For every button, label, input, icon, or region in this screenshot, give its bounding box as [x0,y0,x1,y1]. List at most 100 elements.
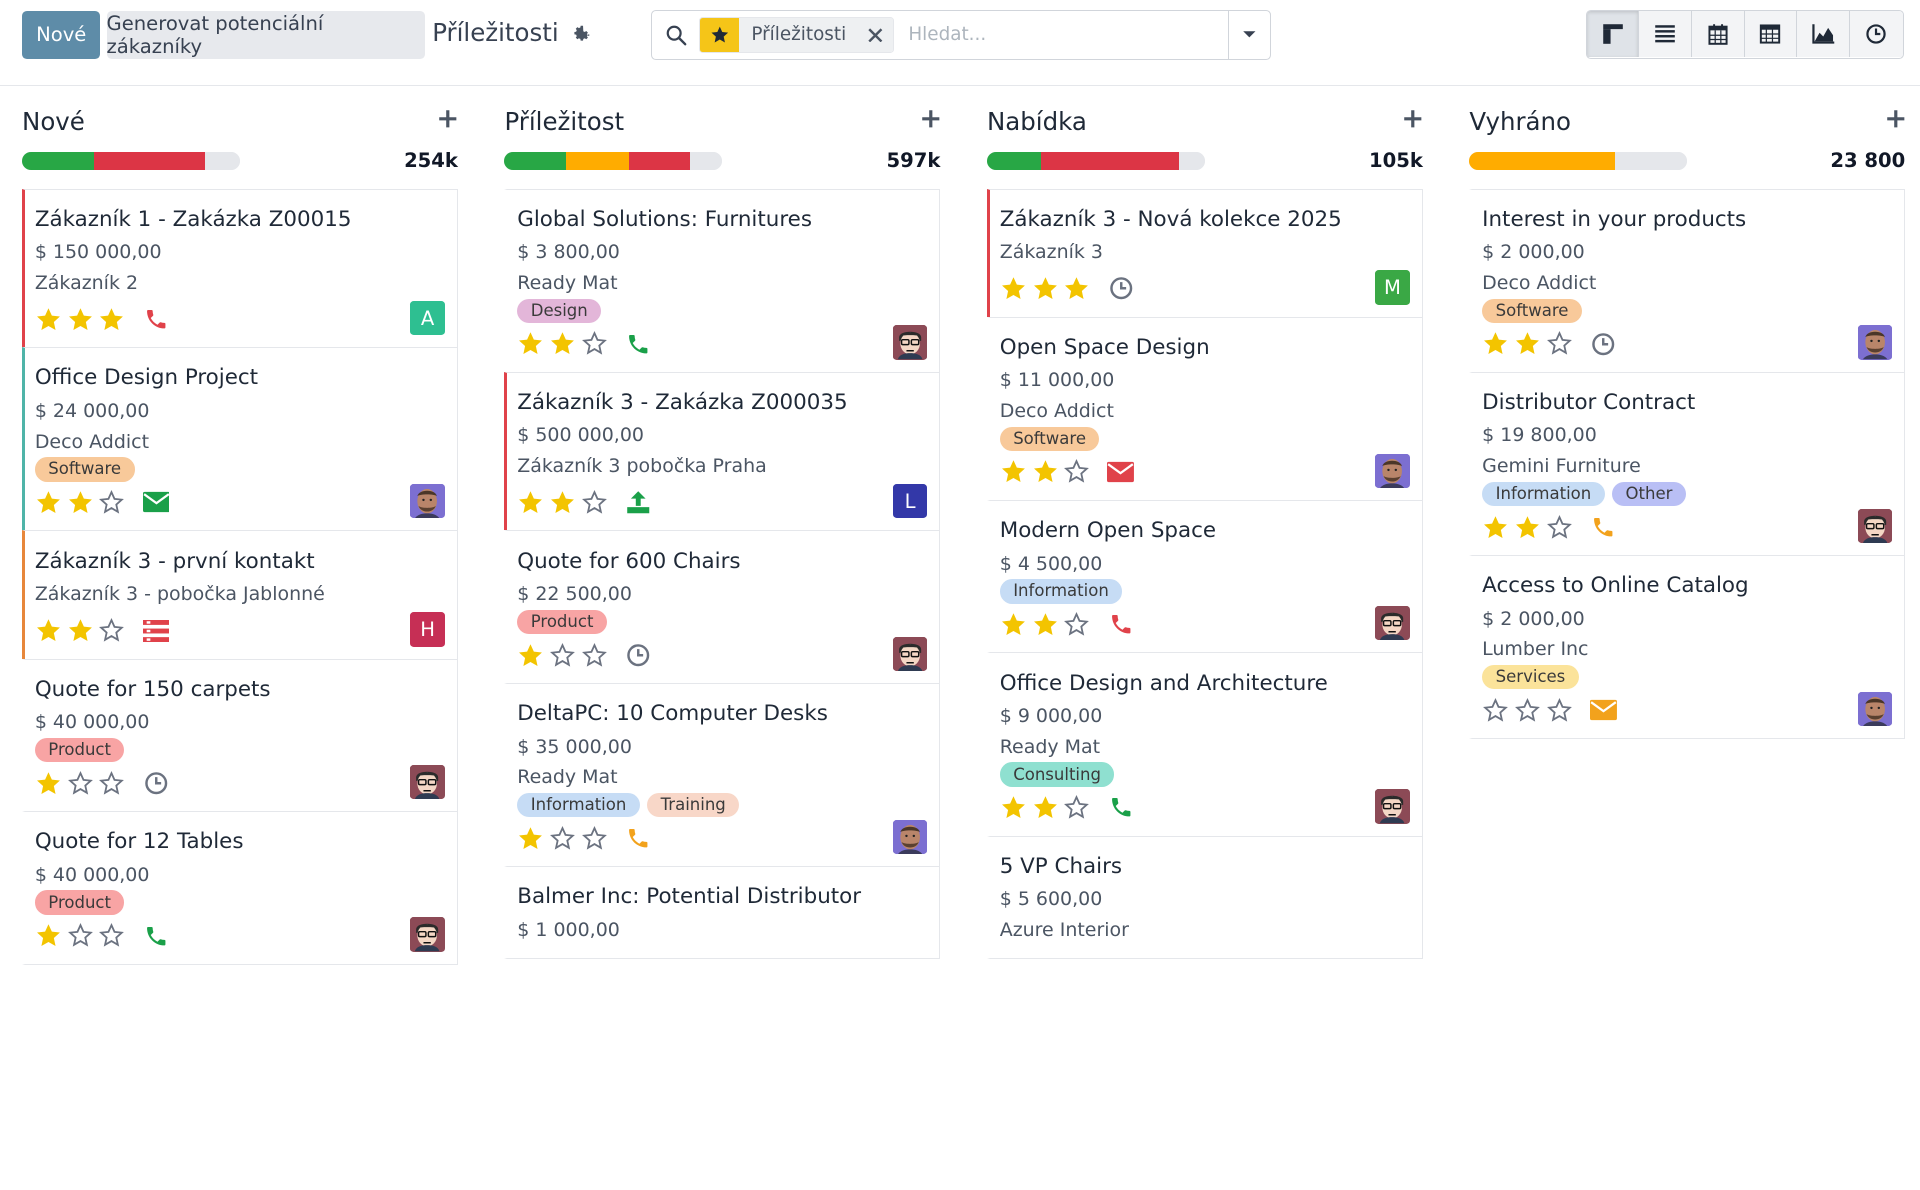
opportunity-card[interactable]: Quote for 150 carpets $ 40 000,00 Product [22,658,458,813]
progress-segment[interactable] [1469,151,1616,171]
star-filled-icon[interactable] [1000,275,1027,302]
star-filled-icon[interactable] [549,330,576,357]
star-empty-icon[interactable] [67,922,94,949]
star-filled-icon[interactable] [1032,611,1059,638]
star-empty-icon[interactable] [98,770,125,797]
progress-segment[interactable] [93,151,206,171]
progress-segment[interactable] [1615,151,1688,171]
star-filled-icon[interactable] [1032,275,1059,302]
star-filled-icon[interactable] [35,770,62,797]
column-progress-bar[interactable] [1469,151,1688,171]
phone-icon[interactable] [1107,611,1134,638]
add-card-icon[interactable] [1403,109,1423,134]
star-empty-icon[interactable] [67,770,94,797]
star-filled-icon[interactable] [98,306,125,333]
clock-icon[interactable] [143,770,170,797]
email-icon[interactable] [142,489,170,516]
progress-segment[interactable] [1178,151,1205,171]
star-filled-icon[interactable] [35,617,62,644]
phone-icon[interactable] [1590,514,1617,541]
star-empty-icon[interactable] [1063,794,1090,821]
star-empty-icon[interactable] [1514,697,1541,724]
add-card-icon[interactable] [1886,109,1906,134]
add-card-icon[interactable] [438,109,458,134]
star-empty-icon[interactable] [581,330,608,357]
clock-icon[interactable] [1107,275,1134,302]
search-icon[interactable] [652,24,699,46]
search-input[interactable] [908,24,1203,46]
clock-icon[interactable] [625,642,652,669]
avatar[interactable] [892,819,928,855]
phone-icon[interactable] [143,306,170,333]
opportunity-card[interactable]: Office Design Project $ 24 000,00 Deco Add… [22,347,458,532]
opportunity-card[interactable]: Zákazník 1 - Zakázka Z00015 $ 150 000,00 Z… [22,188,458,349]
generate-leads-button[interactable]: Generovat potenciální zákazníky [106,11,425,59]
opportunity-card[interactable]: Quote for 12 Tables $ 40 000,00 Product [22,811,458,965]
column-progress-bar[interactable] [504,151,723,171]
opportunity-card[interactable]: Office Design and Architecture $ 9 000,00… [986,652,1423,837]
pivot-view-icon[interactable] [1744,10,1798,58]
avatar[interactable] [1375,453,1410,488]
star-filled-icon[interactable] [549,489,576,516]
opportunity-card[interactable]: Interest in your products $ 2 000,00 Deco … [1469,188,1906,373]
progress-segment[interactable] [628,151,690,171]
progress-segment[interactable] [689,151,723,171]
kanban-view-icon[interactable] [1586,10,1640,58]
progress-segment[interactable] [205,151,240,171]
new-button[interactable]: Nové [22,11,101,59]
list-view-icon[interactable] [1639,10,1692,58]
avatar[interactable] [410,484,445,519]
opportunity-card[interactable]: Distributor Contract $ 19 800,00 Gemini Fu… [1469,371,1906,557]
tasks-icon[interactable] [142,617,170,644]
opportunity-card[interactable]: Balmer Inc: Potential Distributor $ 1 000… [504,866,941,959]
opportunity-card[interactable]: Open Space Design $ 11 000,00 Deco Addict S… [986,316,1423,502]
star-empty-icon[interactable] [549,642,576,669]
opportunity-card[interactable]: Zákazník 3 - Zakázka Z000035 $ 500 000,00… [504,371,941,532]
star-filled-icon[interactable] [67,306,94,333]
progress-segment[interactable] [565,151,629,171]
star-filled-icon[interactable] [1000,794,1027,821]
star-empty-icon[interactable] [1546,697,1573,724]
star-filled-icon[interactable] [1063,275,1090,302]
clock-icon[interactable] [1590,330,1617,357]
opportunity-card[interactable]: Zákazník 3 - první kontakt Zákazník 3 - p… [22,530,458,660]
progress-segment[interactable] [986,151,1042,171]
phone-icon[interactable] [625,825,652,852]
phone-icon[interactable] [143,922,170,949]
activity-view-icon[interactable] [1849,10,1903,58]
phone-icon[interactable] [625,330,652,357]
avatar[interactable]: M [1375,270,1410,305]
star-filled-icon[interactable] [1000,611,1027,638]
progress-segment[interactable] [504,151,566,171]
upload-icon[interactable] [625,489,652,516]
avatar[interactable] [892,636,928,671]
star-empty-icon[interactable] [1482,697,1509,724]
avatar[interactable] [1857,325,1893,360]
opportunity-card[interactable]: Access to Online Catalog $ 2 000,00 Lumber… [1469,554,1906,740]
star-empty-icon[interactable] [98,489,125,516]
facet-remove-icon[interactable] [858,17,893,53]
star-empty-icon[interactable] [1063,458,1090,485]
gear-icon[interactable] [571,22,593,44]
star-filled-icon[interactable] [1032,794,1059,821]
star-filled-icon[interactable] [1000,458,1027,485]
avatar[interactable] [1375,789,1410,824]
avatar[interactable] [410,764,445,800]
opportunity-card[interactable]: 5 VP Chairs $ 5 600,00 Azure Interior [986,835,1423,959]
star-empty-icon[interactable] [1546,330,1573,357]
avatar[interactable] [1375,606,1410,641]
star-empty-icon[interactable] [98,617,125,644]
opportunity-card[interactable]: Modern Open Space $ 4 500,00 Information [986,499,1423,654]
avatar[interactable]: H [410,612,445,647]
star-filled-icon[interactable] [1482,330,1509,357]
phone-icon[interactable] [1107,794,1134,821]
star-filled-icon[interactable] [517,825,544,852]
opportunity-card[interactable]: Global Solutions: Furnitures $ 3 800,00 Re… [504,188,941,373]
search-options-toggle[interactable] [1228,10,1270,59]
opportunity-card[interactable]: Zákazník 3 - Nová kolekce 2025 Zákazník 3… [986,188,1423,318]
avatar[interactable] [1857,508,1893,543]
star-filled-icon[interactable] [67,489,94,516]
star-filled-icon[interactable] [35,306,62,333]
column-progress-bar[interactable] [986,151,1205,171]
star-empty-icon[interactable] [1063,611,1090,638]
